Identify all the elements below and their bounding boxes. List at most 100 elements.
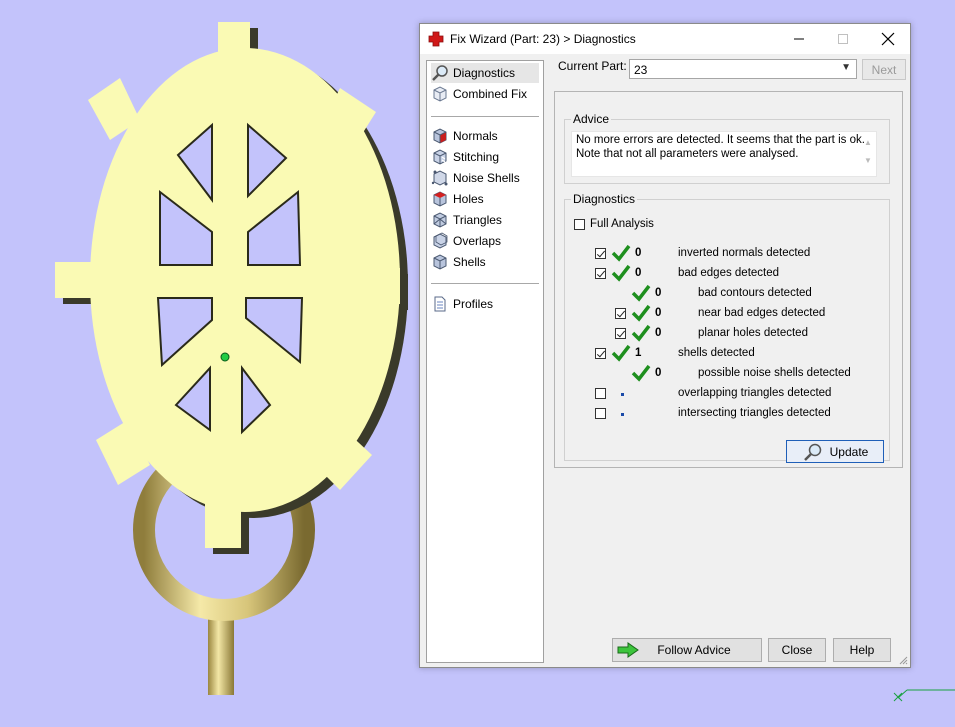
pending-dot-icon xyxy=(621,393,624,396)
shells-cube-icon xyxy=(433,254,447,270)
planar-holes-label: planar holes detected xyxy=(698,327,808,339)
normals-cube-icon xyxy=(433,128,447,144)
sidebar-item-combined-fix[interactable]: Combined Fix xyxy=(431,84,527,104)
maximize-button[interactable] xyxy=(821,24,865,54)
overlapping-triangles-label: overlapping triangles detected xyxy=(678,387,832,399)
holes-cube-icon xyxy=(433,191,447,207)
sidebar-item-noise-shells[interactable]: Noise Shells xyxy=(431,168,520,188)
close-icon xyxy=(881,32,895,46)
current-part-value: 23 xyxy=(634,63,648,77)
intersecting-triangles-checkbox[interactable] xyxy=(595,408,606,419)
near-bad-edges-checkbox[interactable] xyxy=(615,308,626,319)
sidebar-item-profiles[interactable]: Profiles xyxy=(431,294,493,314)
full-analysis-label: Full Analysis xyxy=(590,218,654,230)
next-button[interactable]: Next xyxy=(862,59,906,80)
green-check-icon xyxy=(611,264,631,282)
noise-shells-icon xyxy=(431,170,448,186)
planar-holes-checkbox[interactable] xyxy=(615,328,626,339)
green-check-icon xyxy=(611,244,631,262)
advice-scrollbar[interactable]: ▲ ▼ xyxy=(862,134,874,174)
model-wheel xyxy=(55,22,408,554)
bad-edges-label: bad edges detected xyxy=(678,267,780,279)
sidebar-item-stitching[interactable]: Stitching xyxy=(431,147,499,167)
sidebar-item-label: Combined Fix xyxy=(453,87,528,101)
sidebar-item-normals[interactable]: Normals xyxy=(431,126,498,146)
sidebar-item-triangles[interactable]: Triangles xyxy=(431,210,502,230)
inverted-normals-checkbox[interactable] xyxy=(595,248,606,259)
title-bar[interactable]: Fix Wizard (Part: 23) > Diagnostics xyxy=(420,24,910,54)
near-bad-edges-label: near bad edges detected xyxy=(698,307,826,319)
axis-indicator xyxy=(893,689,955,702)
sidebar-item-label: Normals xyxy=(453,129,498,143)
current-part-label: Current Part: xyxy=(558,59,627,73)
red-cross-icon xyxy=(428,31,444,47)
update-button[interactable]: Update xyxy=(786,440,884,463)
minimize-icon xyxy=(794,38,804,40)
green-check-icon xyxy=(611,344,631,362)
advice-text-box[interactable]: No more errors are detected. It seems th… xyxy=(571,131,877,177)
overlapping-triangles-checkbox[interactable] xyxy=(595,388,606,399)
bad-edges-checkbox[interactable] xyxy=(595,268,606,279)
close-window-button[interactable] xyxy=(866,24,910,54)
minimize-button[interactable] xyxy=(777,24,821,54)
noise-shells-count: 0 xyxy=(655,367,662,379)
advice-title: Advice xyxy=(571,112,612,126)
green-check-icon xyxy=(631,284,651,302)
document-icon xyxy=(434,296,446,312)
shells-checkbox[interactable] xyxy=(595,348,606,359)
follow-advice-button[interactable]: Follow Advice xyxy=(612,638,762,662)
sidebar-item-shells[interactable]: Shells xyxy=(431,252,486,272)
triangles-cube-icon xyxy=(433,212,447,228)
sidebar-item-diagnostics[interactable]: Diagnostics xyxy=(431,63,539,83)
planar-holes-count: 0 xyxy=(655,327,662,339)
noise-shells-label: possible noise shells detected xyxy=(698,367,851,379)
bad-contours-label: bad contours detected xyxy=(698,287,812,299)
sidebar-item-label: Stitching xyxy=(453,150,500,164)
shells-count: 1 xyxy=(635,347,642,359)
green-check-icon xyxy=(631,304,651,322)
maximize-icon xyxy=(838,34,848,44)
resize-grip-icon[interactable] xyxy=(898,655,908,665)
sidebar-item-label: Shells xyxy=(453,255,486,269)
advice-group: Advice No more errors are detected. It s… xyxy=(564,112,890,184)
magnifier-icon xyxy=(803,443,821,461)
diagnostics-title: Diagnostics xyxy=(571,192,638,206)
sidebar-item-overlaps[interactable]: Overlaps xyxy=(431,231,501,251)
sidebar-divider xyxy=(431,283,539,284)
update-button-label: Update xyxy=(829,444,869,459)
wizard-sidebar: Diagnostics Combined Fix Normals Stitchi… xyxy=(426,60,544,663)
diagnostics-panel: Advice No more errors are detected. It s… xyxy=(554,91,903,468)
window-title: Fix Wizard (Part: 23) > Diagnostics xyxy=(450,32,636,46)
advice-text: No more errors are detected. It seems th… xyxy=(576,134,865,160)
chevron-down-icon: ▼ xyxy=(841,62,851,73)
full-analysis-checkbox[interactable] xyxy=(574,219,585,230)
pending-dot-icon xyxy=(621,413,624,416)
close-button-label: Close xyxy=(781,643,813,657)
fix-wizard-dialog: Fix Wizard (Part: 23) > Diagnostics Diag… xyxy=(419,23,911,668)
near-bad-edges-count: 0 xyxy=(655,307,662,319)
green-check-icon xyxy=(631,324,651,342)
sidebar-item-label: Overlaps xyxy=(453,234,502,248)
sidebar-item-label: Profiles xyxy=(453,297,494,311)
sidebar-item-label: Holes xyxy=(453,192,484,206)
help-button[interactable]: Help xyxy=(833,638,891,662)
green-check-icon xyxy=(631,364,651,382)
sidebar-item-label: Diagnostics xyxy=(453,66,516,80)
sidebar-item-label: Triangles xyxy=(453,213,502,227)
inverted-normals-label: inverted normals detected xyxy=(678,247,811,259)
cube-icon xyxy=(433,86,447,102)
bad-edges-count: 0 xyxy=(635,267,642,279)
stitching-cube-icon xyxy=(433,149,447,165)
current-part-select[interactable]: 23 ▼ xyxy=(629,59,857,79)
intersecting-triangles-label: intersecting triangles detected xyxy=(678,407,831,419)
close-button[interactable]: Close xyxy=(768,638,826,662)
arrow-right-icon xyxy=(617,642,639,658)
overlaps-cube-icon xyxy=(433,232,448,249)
sidebar-item-holes[interactable]: Holes xyxy=(431,189,484,209)
follow-advice-label: Follow Advice xyxy=(657,643,731,657)
sidebar-divider xyxy=(431,116,539,117)
next-button-label: Next xyxy=(871,62,897,77)
help-button-label: Help xyxy=(849,643,875,657)
magnifier-icon xyxy=(432,65,448,81)
inverted-normals-count: 0 xyxy=(635,247,642,259)
